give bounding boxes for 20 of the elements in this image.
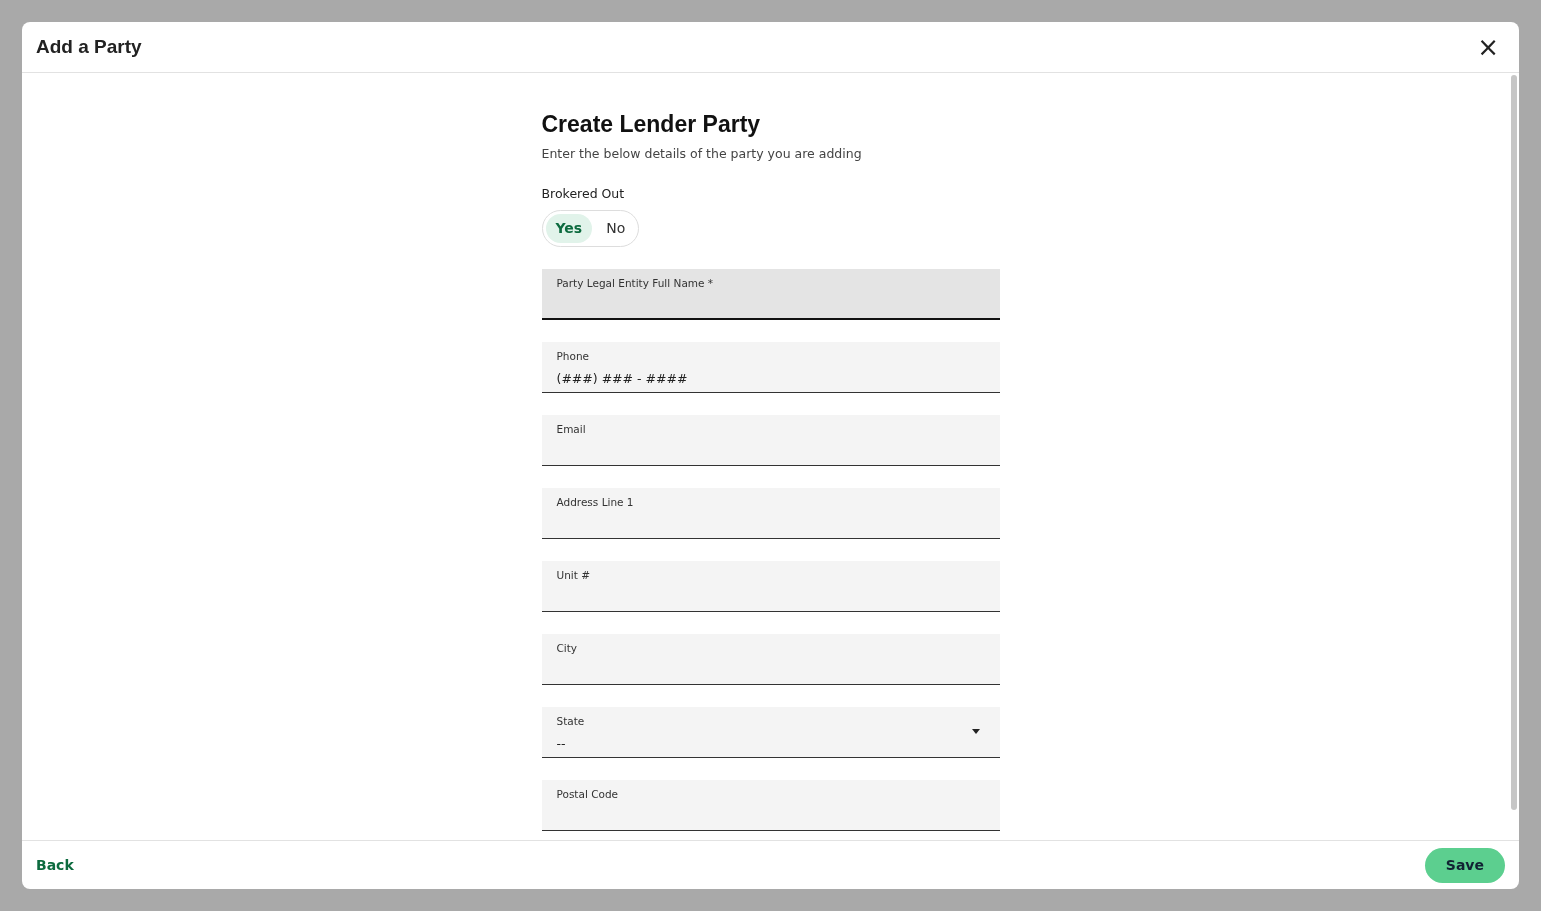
form-heading: Create Lender Party xyxy=(541,111,762,139)
toggle-option[interactable]: No xyxy=(596,214,636,244)
toggle-label: Brokered Out xyxy=(541,185,626,204)
form-subheading: Enter the below details of the party you are adding xyxy=(541,144,863,163)
select-field[interactable]: State -- xyxy=(541,707,1000,759)
input-field[interactable]: Party Legal Entity Full Name * xyxy=(541,269,1000,321)
input-field[interactable]: Address Line 1 xyxy=(541,488,1000,540)
input-field[interactable]: Postal Code xyxy=(541,780,1000,832)
back-link[interactable]: Back xyxy=(36,854,74,876)
toggle-option[interactable]: Yes xyxy=(545,214,593,244)
scrollbar[interactable] xyxy=(1511,75,1517,810)
input-field[interactable]: Phone (###) ### - #### xyxy=(541,342,1000,394)
close-button[interactable]: × xyxy=(1471,34,1505,60)
save-button[interactable]: Save xyxy=(1424,847,1505,883)
caret-icon xyxy=(971,729,980,735)
input-field[interactable]: City xyxy=(541,634,1000,686)
text-input[interactable]: (###) ### - #### xyxy=(556,369,985,389)
modal-title: Add a Party xyxy=(36,34,142,59)
input-field[interactable]: Email xyxy=(541,415,1000,467)
input-field[interactable]: Unit # xyxy=(541,561,1000,613)
